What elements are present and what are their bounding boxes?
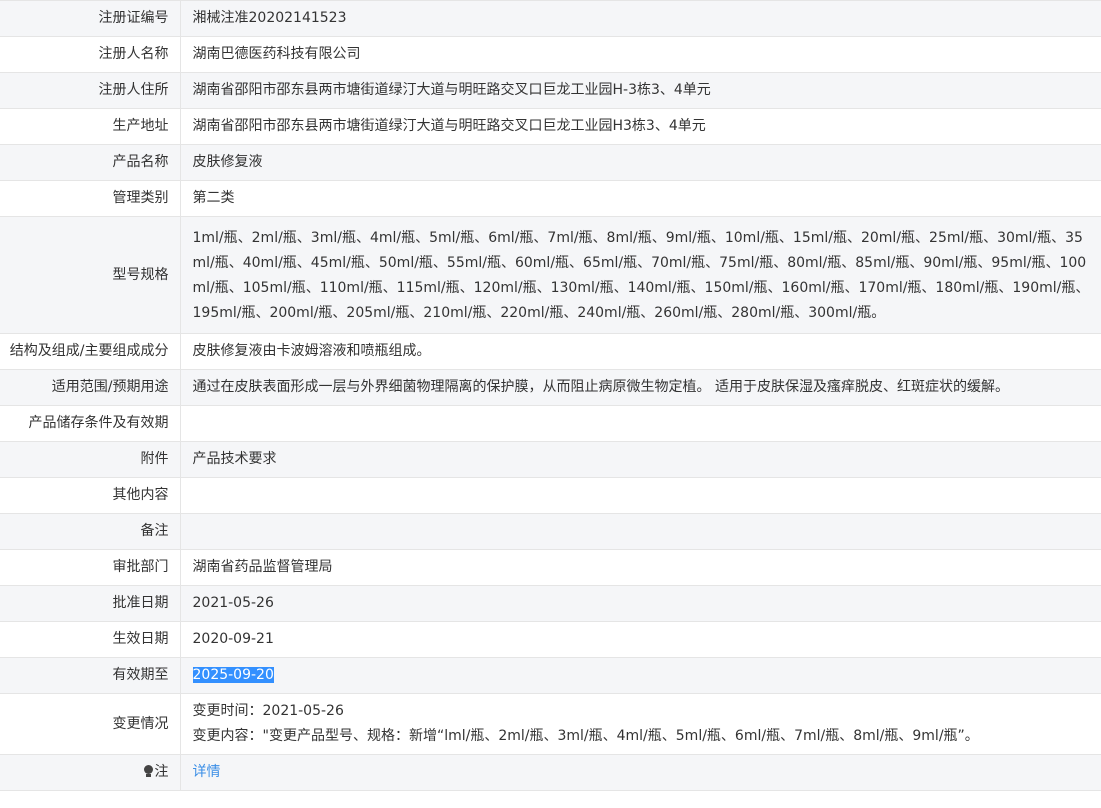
row-remarks: 备注 (0, 513, 1101, 550)
row-registrant-address: 注册人住所 湖南省邵阳市邵东县两市塘街道绿汀大道与明旺路交叉口巨龙工业园H-3栋… (0, 72, 1101, 109)
label-registrant-address: 注册人住所 (0, 72, 181, 109)
label-other-content: 其他内容 (0, 477, 181, 514)
label-management-category: 管理类别 (0, 180, 181, 217)
label-effective-date: 生效日期 (0, 621, 181, 658)
row-management-category: 管理类别 第二类 (0, 180, 1101, 217)
value-product-name: 皮肤修复液 (180, 144, 1101, 181)
value-intended-use: 通过在皮肤表面形成一层与外界细菌物理隔离的保护膜，从而阻止病原微生物定植。 适用… (180, 369, 1101, 406)
label-storage-conditions: 产品储存条件及有效期 (0, 405, 181, 442)
value-attachment: 产品技术要求 (180, 441, 1101, 478)
value-valid-until-cell: 2025-09-20 (180, 657, 1101, 694)
label-approval-date: 批准日期 (0, 585, 181, 622)
label-remarks: 备注 (0, 513, 181, 550)
row-storage-conditions: 产品储存条件及有效期 (0, 405, 1101, 442)
label-model-specifications: 型号规格 (0, 216, 181, 334)
row-structure-composition: 结构及组成/主要组成成分 皮肤修复液由卡波姆溶液和喷瓶组成。 (0, 333, 1101, 370)
row-change-history: 变更情况 变更时间：2021-05-26 变更内容："变更产品型号、规格：新增“… (0, 693, 1101, 755)
value-approval-department: 湖南省药品监督管理局 (180, 549, 1101, 586)
row-model-specifications: 型号规格 1ml/瓶、2ml/瓶、3ml/瓶、4ml/瓶、5ml/瓶、6ml/瓶… (0, 216, 1101, 334)
label-note: 注 (0, 754, 181, 791)
row-registrant-name: 注册人名称 湖南巴德医药科技有限公司 (0, 36, 1101, 73)
value-storage-conditions (180, 405, 1101, 442)
value-note: 详情 (180, 754, 1101, 791)
value-registrant-address: 湖南省邵阳市邵东县两市塘街道绿汀大道与明旺路交叉口巨龙工业园H-3栋3、4单元 (180, 72, 1101, 109)
row-attachment: 附件 产品技术要求 (0, 441, 1101, 478)
value-approval-date: 2021-05-26 (180, 585, 1101, 622)
change-content: 变更内容："变更产品型号、规格：新增“lml/瓶、2ml/瓶、3ml/瓶、4ml… (192, 728, 979, 744)
details-link[interactable]: 详情 (193, 764, 221, 780)
change-time: 变更时间：2021-05-26 (192, 703, 344, 719)
label-structure-composition: 结构及组成/主要组成成分 (0, 333, 181, 370)
row-valid-until: 有效期至 2025-09-20 (0, 657, 1101, 694)
value-valid-until[interactable]: 2025-09-20 (192, 667, 274, 683)
label-registrant-name: 注册人名称 (0, 36, 181, 73)
label-registration-number: 注册证编号 (0, 0, 181, 37)
row-approval-department: 审批部门 湖南省药品监督管理局 (0, 549, 1101, 586)
row-registration-number: 注册证编号 湘械注准20202141523 (0, 0, 1101, 37)
row-effective-date: 生效日期 2020-09-21 (0, 621, 1101, 658)
label-change-history: 变更情况 (0, 693, 181, 755)
label-intended-use: 适用范围/预期用途 (0, 369, 181, 406)
row-intended-use: 适用范围/预期用途 通过在皮肤表面形成一层与外界细菌物理隔离的保护膜，从而阻止病… (0, 369, 1101, 406)
row-other-content: 其他内容 (0, 477, 1101, 514)
label-attachment: 附件 (0, 441, 181, 478)
value-effective-date: 2020-09-21 (180, 621, 1101, 658)
value-management-category: 第二类 (180, 180, 1101, 217)
lightbulb-icon (143, 765, 153, 778)
value-model-specifications: 1ml/瓶、2ml/瓶、3ml/瓶、4ml/瓶、5ml/瓶、6ml/瓶、7ml/… (180, 216, 1101, 334)
row-note: 注 详情 (0, 754, 1101, 791)
label-production-address: 生产地址 (0, 108, 181, 145)
value-change-history: 变更时间：2021-05-26 变更内容："变更产品型号、规格：新增“lml/瓶… (180, 693, 1101, 755)
row-production-address: 生产地址 湖南省邵阳市邵东县两市塘街道绿汀大道与明旺路交叉口巨龙工业园H3栋3、… (0, 108, 1101, 145)
label-product-name: 产品名称 (0, 144, 181, 181)
value-structure-composition: 皮肤修复液由卡波姆溶液和喷瓶组成。 (180, 333, 1101, 370)
value-production-address: 湖南省邵阳市邵东县两市塘街道绿汀大道与明旺路交叉口巨龙工业园H3栋3、4单元 (180, 108, 1101, 145)
row-product-name: 产品名称 皮肤修复液 (0, 144, 1101, 181)
value-other-content (180, 477, 1101, 514)
label-approval-department: 审批部门 (0, 549, 181, 586)
label-valid-until: 有效期至 (0, 657, 181, 694)
value-registrant-name: 湖南巴德医药科技有限公司 (180, 36, 1101, 73)
registration-detail-table: 注册证编号 湘械注准20202141523 注册人名称 湖南巴德医药科技有限公司… (0, 0, 1101, 791)
value-registration-number: 湘械注准20202141523 (180, 0, 1101, 37)
row-approval-date: 批准日期 2021-05-26 (0, 585, 1101, 622)
value-remarks (180, 513, 1101, 550)
